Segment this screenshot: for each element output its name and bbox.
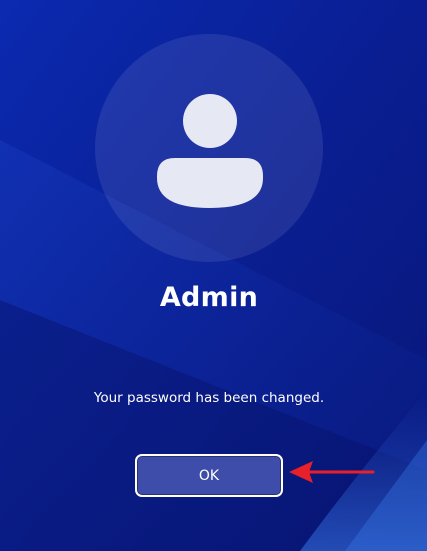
user-silhouette-icon (157, 94, 263, 208)
username-label: Admin (159, 282, 259, 313)
red-arrow-icon (289, 461, 375, 483)
ok-button[interactable]: OK (135, 454, 283, 497)
password-changed-message: Your password has been changed. (93, 390, 325, 406)
